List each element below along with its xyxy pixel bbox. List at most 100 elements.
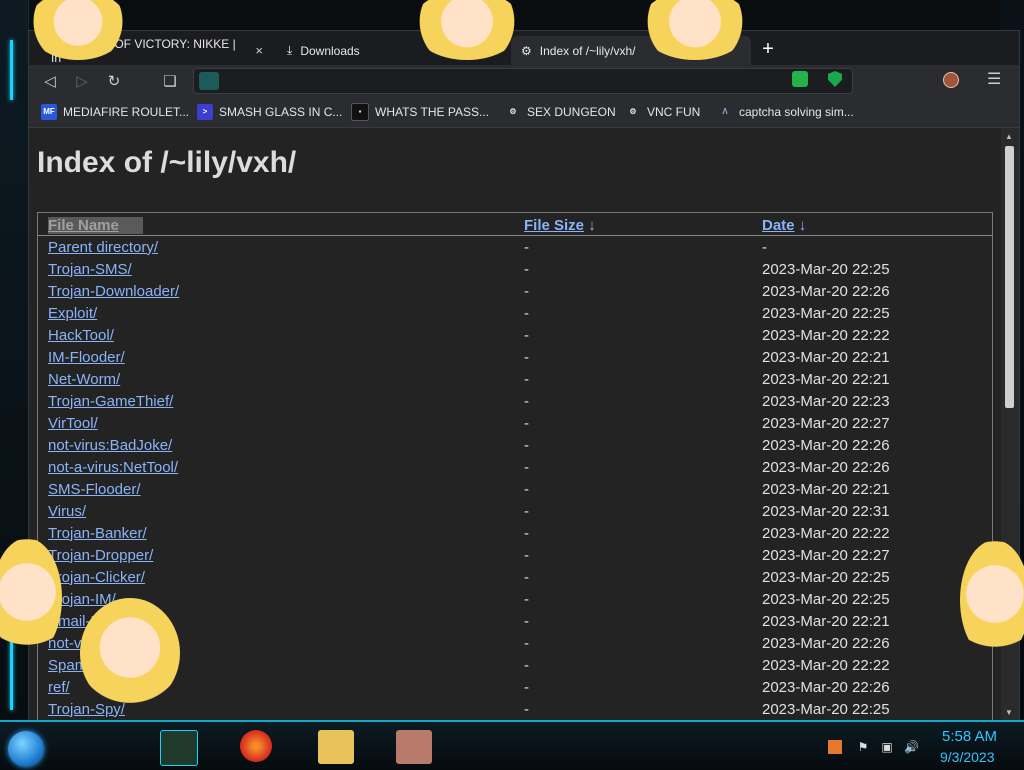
cell-size: - <box>524 524 529 542</box>
app-thumbnail-icon[interactable] <box>396 730 432 764</box>
file-link[interactable]: VirTool/ <box>48 415 98 432</box>
bookmark-captcha[interactable]: Λ captcha solving sim... <box>717 102 853 122</box>
cell-date: 2023-Mar-20 22:21 <box>762 612 890 630</box>
file-link[interactable]: Virus/ <box>48 503 86 520</box>
sticker-decoration <box>960 540 1024 660</box>
forward-icon[interactable]: ▷ <box>71 71 93 93</box>
browser-window: GODDESS OF VICTORY: NIKKE | In × ⤓ Downl… <box>28 30 1020 722</box>
back-icon[interactable]: ◁ <box>39 71 61 93</box>
bookmark-vnc-fun[interactable]: ⚙ VNC FUN <box>625 102 700 122</box>
cell-name: Exploit/ <box>38 302 514 324</box>
firefox-icon[interactable] <box>240 730 272 762</box>
reload-icon[interactable]: ↻ <box>103 71 125 93</box>
address-bar[interactable] <box>193 68 853 94</box>
column-file-size[interactable]: File Size ↓ <box>514 213 752 236</box>
cell-date: 2023-Mar-20 22:25 <box>762 590 890 608</box>
menu-icon[interactable]: ☰ <box>987 69 1003 89</box>
tray-app-icon[interactable] <box>828 740 842 754</box>
scroll-up-icon[interactable]: ▲ <box>1005 132 1015 141</box>
cell-date: 2023-Mar-20 22:31 <box>762 502 890 520</box>
cell-name: Trojan-Downloader/ <box>38 280 514 302</box>
file-link[interactable]: Trojan-GameThief/ <box>48 393 173 410</box>
table-row: SMS-Flooder/ - 2023-Mar-20 22:21 <box>38 478 992 500</box>
cell-name: IM-Flooder/ <box>38 346 514 368</box>
page-title: Index of /~lily/vxh/ <box>37 146 297 179</box>
file-explorer-icon[interactable] <box>318 730 354 764</box>
file-link[interactable]: Trojan-Clicker/ <box>48 569 145 586</box>
file-link[interactable]: Trojan-Dropper/ <box>48 547 153 564</box>
sort-arrow-icon: ↓ <box>798 216 807 234</box>
table-row: Email-Flooder/-2023-Mar-20 22:21 <box>38 610 992 632</box>
cell-size: - <box>524 370 529 388</box>
cell-name: Trojan-Banker/ <box>38 522 514 544</box>
new-tab-button[interactable]: + <box>757 39 779 61</box>
cell-date: 2023-Mar-20 22:25 <box>762 568 890 586</box>
clock-date[interactable]: 9/3/2023 <box>940 749 995 765</box>
file-link[interactable]: not-a-virus:NetTool/ <box>48 459 178 476</box>
bookmarks-bar: MF MEDIAFIRE ROULET... > SMASH GLASS IN … <box>29 97 1019 128</box>
cell-size: - <box>524 656 529 674</box>
table-row: VirTool/ - 2023-Mar-20 22:27 <box>38 412 992 434</box>
flag-icon[interactable]: ⚑ <box>856 740 870 754</box>
cell-size: - <box>524 348 529 366</box>
file-link[interactable]: Net-Worm/ <box>48 371 120 388</box>
sort-size-link[interactable]: File Size <box>524 217 584 234</box>
page-icon: ▪ <box>351 103 369 121</box>
scroll-down-icon[interactable]: ▼ <box>1005 708 1015 717</box>
cell-size: - <box>524 480 529 498</box>
cell-size: - <box>524 568 529 586</box>
cell-size: - <box>524 414 529 432</box>
cell-date: 2023-Mar-20 22:26 <box>762 436 890 454</box>
url-input[interactable] <box>228 72 742 92</box>
cell-name: Net-Worm/ <box>38 368 514 390</box>
site-identity-icon[interactable] <box>199 72 219 90</box>
bookmark-smash-glass[interactable]: > SMASH GLASS IN C... <box>197 102 342 122</box>
table-row: Trojan-Dropper/ - 2023-Mar-20 22:27 <box>38 544 992 566</box>
file-link[interactable]: Parent directory/ <box>48 239 158 256</box>
cell-name: not-a-virus:NetTool/ <box>38 456 514 478</box>
bookmark-whats-the-pass[interactable]: ▪ WHATS THE PASS... <box>351 102 489 122</box>
bookmark-icon[interactable]: ❏ <box>159 71 181 93</box>
file-link[interactable]: not-virus:BadJoke/ <box>48 437 172 454</box>
bookmark-dungeon[interactable]: ⚙ SEX DUNGEON <box>505 102 615 122</box>
table-row: Trojan-Downloader/ - 2023-Mar-20 22:26 <box>38 280 992 302</box>
cell-date: 2023-Mar-20 22:21 <box>762 370 890 388</box>
volume-icon[interactable]: 🔊 <box>904 740 919 754</box>
file-link[interactable]: IM-Flooder/ <box>48 349 125 366</box>
bookmark-mediafire[interactable]: MF MEDIAFIRE ROULET... <box>41 102 189 122</box>
tab-label: Index of /~lily/vxh/ <box>539 43 636 58</box>
chat-app-icon[interactable] <box>160 730 198 766</box>
file-link[interactable]: Trojan-Downloader/ <box>48 283 179 300</box>
cell-date: 2023-Mar-20 22:26 <box>762 634 890 652</box>
sort-date-link[interactable]: Date <box>762 217 795 234</box>
file-link[interactable]: HackTool/ <box>48 327 114 344</box>
clock-time[interactable]: 5:58 AM <box>942 728 997 745</box>
cell-size: - <box>524 700 529 718</box>
table-row: Trojan-IM/-2023-Mar-20 22:25 <box>38 588 992 610</box>
bookmark-label: VNC FUN <box>647 105 701 119</box>
avatar[interactable] <box>943 72 959 88</box>
start-button[interactable] <box>8 731 44 767</box>
file-link[interactable]: Trojan-SMS/ <box>48 261 132 278</box>
network-icon[interactable]: ▣ <box>880 740 894 754</box>
cell-date: 2023-Mar-20 22:25 <box>762 304 890 322</box>
cell-size: - <box>524 458 529 476</box>
file-link[interactable]: Trojan-Banker/ <box>48 525 147 542</box>
scroll-thumb[interactable] <box>1005 146 1014 408</box>
table-row: Virus/ - 2023-Mar-20 22:31 <box>38 500 992 522</box>
file-link[interactable]: ref/ <box>48 679 70 696</box>
cell-size: - <box>524 502 529 520</box>
close-icon[interactable]: × <box>255 43 263 58</box>
sort-name-link[interactable]: File Name <box>48 216 143 234</box>
table-row: Parent directory/ - - <box>38 236 992 258</box>
bookmark-label: SMASH GLASS IN C... <box>219 105 343 119</box>
cell-date: 2023-Mar-20 22:27 <box>762 546 890 564</box>
extension-icon[interactable] <box>792 71 808 87</box>
column-file-name[interactable]: File Name <box>38 213 514 236</box>
table-row: Trojan-GameThief/ - 2023-Mar-20 22:23 <box>38 390 992 412</box>
file-listing: File Name File Size ↓ Date ↓ Parent dire… <box>37 212 993 720</box>
sticker-decoration <box>80 598 180 708</box>
file-link[interactable]: Exploit/ <box>48 305 97 322</box>
column-date[interactable]: Date ↓ <box>752 213 992 236</box>
file-link[interactable]: SMS-Flooder/ <box>48 481 141 498</box>
